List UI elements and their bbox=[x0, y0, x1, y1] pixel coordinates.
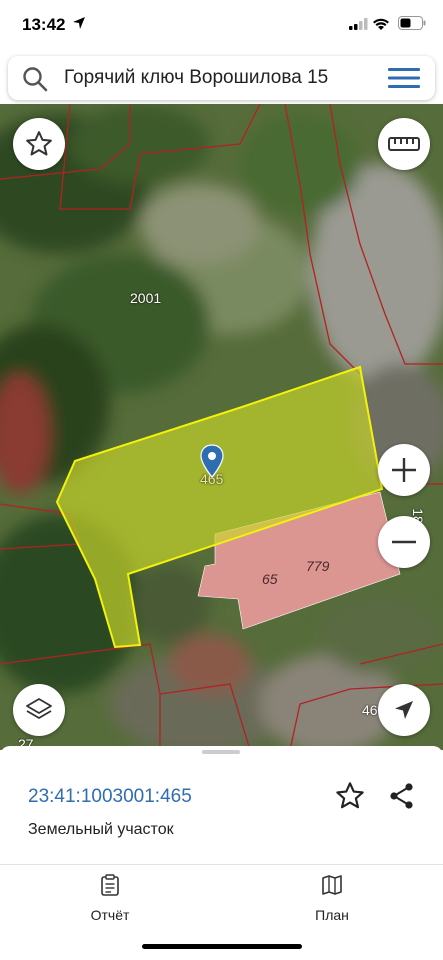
plus-icon bbox=[392, 458, 416, 482]
parcel-info-sheet[interactable]: 23:41:1003001:465 Земельный участок Отчё… bbox=[0, 746, 443, 960]
report-icon bbox=[101, 874, 119, 896]
map-pin-icon[interactable] bbox=[200, 444, 224, 478]
cellular-signal-icon bbox=[349, 18, 368, 30]
cadastral-number: 23:41:1003001:465 bbox=[28, 786, 192, 807]
map-icon bbox=[322, 875, 342, 895]
star-outline-icon[interactable] bbox=[334, 780, 366, 812]
battery-icon bbox=[398, 16, 426, 30]
tab-plan-label: План bbox=[315, 907, 349, 923]
ruler-measure-button[interactable] bbox=[378, 118, 430, 170]
star-outline-icon bbox=[26, 131, 52, 156]
satellite-map-imagery bbox=[0, 104, 443, 750]
favorite-button[interactable] bbox=[13, 118, 65, 170]
status-time: 13:42 bbox=[22, 15, 66, 34]
home-indicator[interactable] bbox=[142, 944, 302, 949]
navigation-arrow-icon bbox=[395, 701, 413, 719]
layers-button[interactable] bbox=[13, 684, 65, 736]
zoom-out-button[interactable] bbox=[378, 516, 430, 568]
sheet-drag-handle[interactable] bbox=[202, 750, 240, 754]
tab-plan[interactable]: План bbox=[272, 874, 392, 923]
sheet-divider bbox=[0, 864, 443, 865]
layers-icon bbox=[26, 698, 52, 719]
parcel-label-65: 65 bbox=[262, 571, 278, 587]
ruler-icon bbox=[388, 137, 420, 151]
minus-icon bbox=[392, 540, 416, 544]
search-icon[interactable] bbox=[22, 66, 48, 92]
object-type: Земельный участок bbox=[28, 821, 174, 838]
wifi-icon bbox=[373, 18, 389, 30]
parcel-label-2001: 2001 bbox=[130, 290, 162, 306]
map-view[interactable]: 2001 465 779 65 46 27 18 bbox=[0, 104, 443, 750]
zoom-in-button[interactable] bbox=[378, 444, 430, 496]
parcel-label-46: 46 bbox=[362, 702, 378, 718]
location-arrow-icon bbox=[73, 17, 85, 29]
status-bar: 13:42 bbox=[0, 0, 443, 52]
search-bar bbox=[8, 56, 435, 100]
tab-report-label: Отчёт bbox=[90, 907, 130, 923]
tab-report[interactable]: Отчёт bbox=[50, 874, 170, 923]
search-input[interactable] bbox=[64, 56, 374, 100]
hamburger-menu-icon[interactable] bbox=[388, 67, 420, 89]
share-icon[interactable] bbox=[388, 782, 416, 810]
my-location-button[interactable] bbox=[378, 684, 430, 736]
parcel-label-779: 779 bbox=[306, 558, 330, 574]
